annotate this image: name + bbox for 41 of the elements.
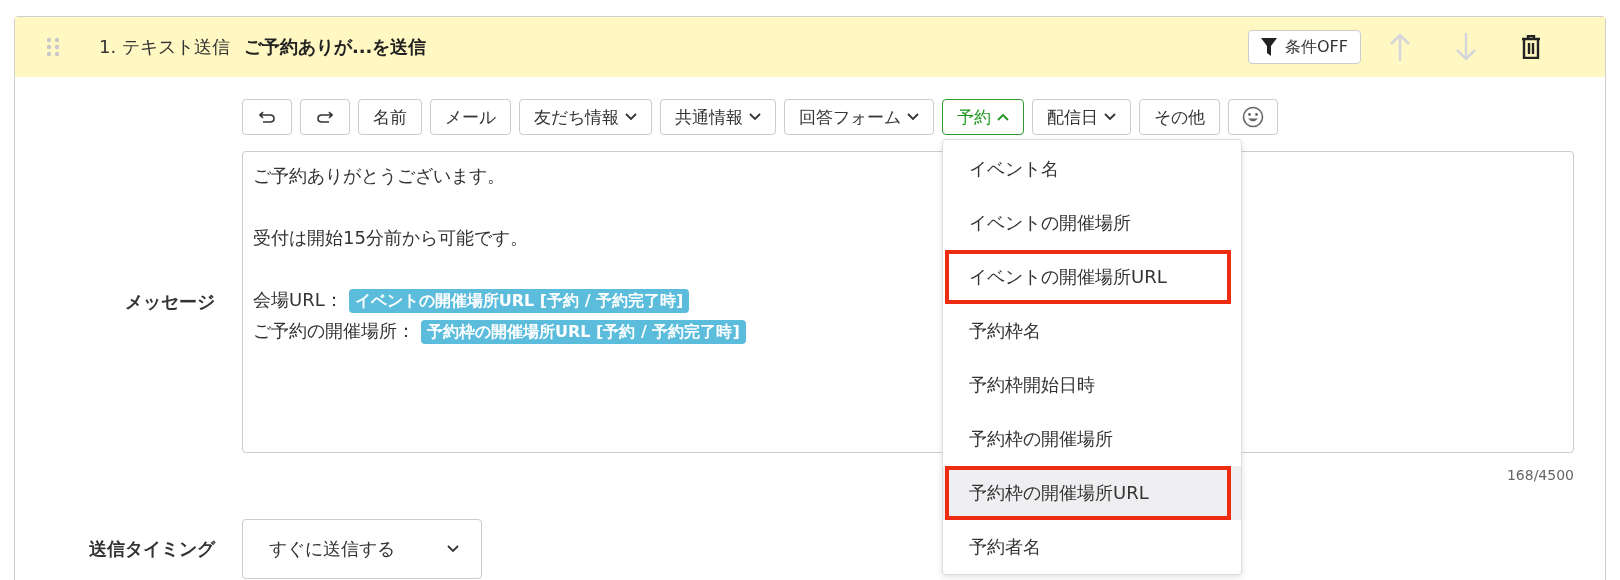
field-label: メッセージ: [124, 290, 215, 314]
caret-icon: [997, 113, 1009, 121]
message-text: 会場URL：: [253, 289, 343, 310]
character-counter: 168/4500: [1506, 467, 1574, 483]
filter-icon: [1261, 38, 1277, 56]
trash-icon[interactable]: [1521, 35, 1541, 59]
menu-item[interactable]: 予約枠の開催場所URL: [943, 466, 1241, 520]
insert-menu-button[interactable]: 共通情報: [660, 99, 776, 135]
message-text: ご予約ありがとうございます。: [253, 165, 505, 186]
menu-item[interactable]: 予約枠名: [943, 304, 1241, 358]
insert-menu-button[interactable]: 配信日: [1032, 99, 1131, 135]
redo-icon: [317, 111, 333, 123]
menu-item[interactable]: 予約枠開始日時: [943, 358, 1241, 412]
undo-icon: [259, 111, 275, 123]
field-label: 送信タイミング: [88, 537, 215, 561]
smiley-icon: [1242, 106, 1264, 128]
insert-button[interactable]: 名前: [358, 99, 422, 135]
insert-menu-button[interactable]: 予約: [942, 99, 1024, 135]
caret-icon: [749, 113, 761, 121]
caret-icon: [625, 113, 637, 121]
variable-tag: イベントの開催場所URL [予約 / 予約完了時]: [348, 289, 690, 313]
emoji-button[interactable]: [1228, 99, 1278, 135]
insert-menu-button[interactable]: 回答フォーム: [784, 99, 934, 135]
step-number: 1. テキスト送信: [99, 35, 230, 59]
menu-item[interactable]: イベントの開催場所: [943, 196, 1241, 250]
timing-select[interactable]: すぐに送信する: [242, 519, 482, 579]
caret-icon: [447, 545, 459, 553]
redo-button[interactable]: [300, 99, 350, 135]
condition-button[interactable]: 条件OFF: [1248, 30, 1361, 64]
insert-button[interactable]: その他: [1139, 99, 1220, 135]
insert-menu-button[interactable]: 友だち情報: [519, 99, 652, 135]
message-text: 受付は開始15分前から可能です。: [253, 227, 528, 248]
drag-handle-icon[interactable]: [47, 37, 59, 57]
caret-icon: [1104, 113, 1116, 121]
caret-icon: [907, 113, 919, 121]
menu-item[interactable]: 予約者名: [943, 520, 1241, 574]
variable-tag: 予約枠の開催場所URL [予約 / 予約完了時]: [421, 320, 746, 344]
undo-button[interactable]: [242, 99, 292, 135]
message-text: ご予約の開催場所：: [253, 320, 415, 341]
insert-button[interactable]: メール: [430, 99, 511, 135]
step-title: ご予約ありが...を送信: [243, 35, 427, 59]
